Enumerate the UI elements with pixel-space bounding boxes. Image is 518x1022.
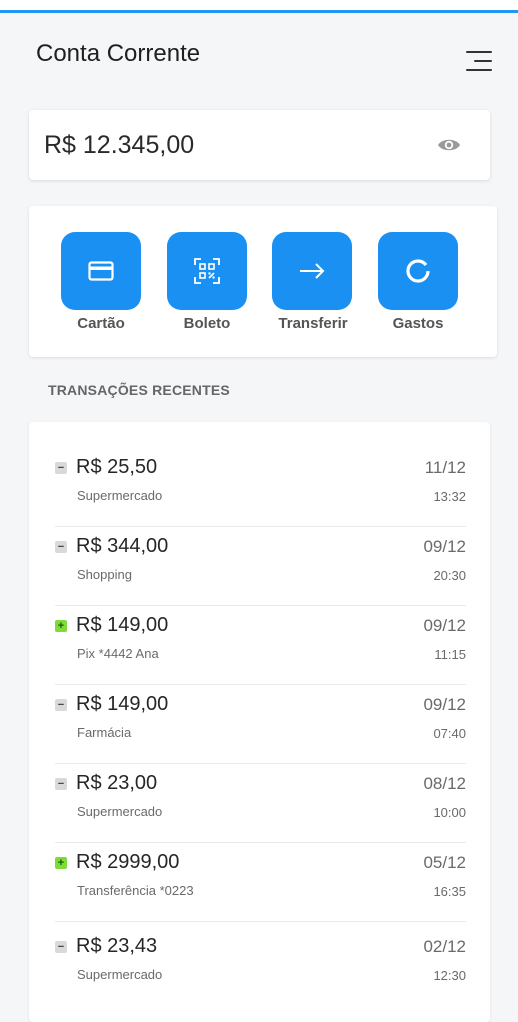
transaction-date: 08/12 — [423, 774, 466, 793]
transaction-row[interactable]: − R$ 25,50 Supermercado 11/12 13:32 — [55, 448, 466, 527]
transaction-amount: R$ 23,43 — [76, 935, 158, 957]
transaction-time: 10:00 — [433, 805, 466, 820]
quick-actions-card: Cartão Boleto Transferir Gastos — [29, 206, 497, 357]
transaction-time: 07:40 — [433, 726, 466, 741]
transaction-time: 13:32 — [433, 489, 466, 504]
transaction-time: 11:15 — [434, 647, 466, 662]
expense-icon: − — [55, 462, 67, 474]
transaction-amount: R$ 2999,00 — [76, 851, 180, 873]
eye-icon[interactable] — [435, 134, 463, 156]
spending-button[interactable]: Gastos — [378, 232, 458, 332]
card-button[interactable]: Cartão — [61, 232, 141, 332]
row-divider — [55, 921, 466, 922]
balance-card: R$ 12.345,00 — [29, 110, 490, 180]
expense-icon: − — [55, 778, 67, 790]
income-icon: + — [55, 857, 67, 869]
app-header: Conta Corrente — [0, 13, 518, 95]
transfer-button[interactable]: Transferir — [272, 232, 354, 332]
transaction-description: Pix *4442 Ana — [77, 646, 159, 661]
transaction-description: Supermercado — [77, 967, 163, 982]
transaction-description: Supermercado — [77, 804, 163, 819]
hamburger-menu-icon[interactable] — [462, 49, 492, 77]
expense-icon: − — [55, 941, 67, 953]
transaction-date: 09/12 — [423, 616, 466, 635]
donut-chart-icon — [406, 259, 430, 283]
spending-button-label: Gastos — [392, 315, 444, 332]
boleto-button[interactable]: Boleto — [167, 232, 247, 332]
arrow-right-icon — [300, 263, 325, 279]
transaction-description: Farmácia — [77, 725, 132, 740]
card-icon — [88, 261, 114, 281]
expense-icon: − — [55, 541, 67, 553]
expense-icon: − — [55, 699, 67, 711]
transaction-time: 16:35 — [433, 884, 466, 899]
transaction-date: 02/12 — [423, 937, 466, 956]
transaction-row[interactable]: + R$ 149,00 Pix *4442 Ana 09/12 11:15 — [55, 606, 466, 685]
transaction-amount: R$ 149,00 — [76, 614, 169, 636]
transaction-date: 09/12 — [423, 695, 466, 714]
transaction-row[interactable]: − R$ 149,00 Farmácia 09/12 07:40 — [55, 685, 466, 764]
transfer-button-label: Transferir — [278, 315, 348, 332]
transaction-row[interactable]: − R$ 23,43 Supermercado 02/12 12:30 — [55, 927, 466, 1006]
transaction-description: Supermercado — [77, 488, 163, 503]
transaction-time: 20:30 — [433, 568, 466, 583]
transaction-row[interactable]: − R$ 344,00 Shopping 09/12 20:30 — [55, 527, 466, 606]
transaction-date: 09/12 — [423, 537, 466, 556]
transaction-row[interactable]: + R$ 2999,00 Transferência *0223 05/12 16:35 — [55, 843, 466, 922]
transaction-amount: R$ 23,00 — [76, 772, 158, 794]
income-icon: + — [55, 620, 67, 632]
transaction-row[interactable]: − R$ 23,00 Supermercado 08/12 10:00 — [55, 764, 466, 843]
balance-value: R$ 12.345,00 — [44, 131, 195, 159]
transaction-date: 05/12 — [423, 853, 466, 872]
transaction-date: 11/12 — [424, 458, 466, 477]
page-title: Conta Corrente — [36, 40, 201, 67]
card-button-label: Cartão — [77, 315, 125, 332]
transaction-description: Transferência *0223 — [77, 883, 194, 898]
transaction-amount: R$ 344,00 — [76, 535, 169, 557]
top-accent-bar — [0, 0, 518, 13]
qr-code-icon — [194, 258, 220, 284]
recent-transactions-heading: TRANSAÇÕES RECENTES — [48, 382, 230, 398]
transactions-list: − R$ 25,50 Supermercado 11/12 13:32− R$ 344,0… — [29, 422, 490, 1022]
transaction-amount: R$ 149,00 — [76, 693, 169, 715]
transaction-description: Shopping — [77, 567, 132, 582]
transaction-amount: R$ 25,50 — [76, 456, 158, 478]
boleto-button-label: Boleto — [183, 315, 231, 332]
transaction-time: 12:30 — [433, 968, 466, 983]
